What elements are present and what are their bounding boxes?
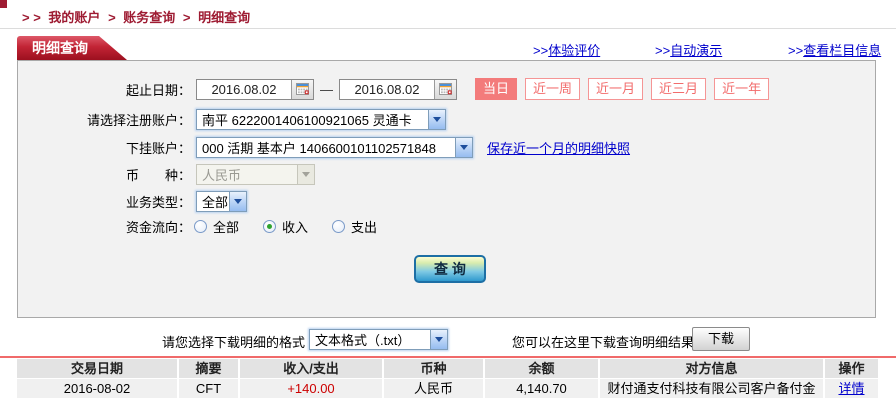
- link-label: 自动演示: [670, 43, 723, 58]
- header-balance: 余额: [485, 359, 600, 378]
- header-action: 操作: [825, 359, 878, 378]
- link-auto-demo[interactable]: >>自动演示: [655, 40, 722, 59]
- chevron-down-icon: [297, 164, 314, 184]
- business-type-label: 业务类型：: [125, 194, 191, 210]
- query-form-panel: 起止日期： 2016.08.02 — 2016.08.02 当日 近一周 近一月…: [17, 60, 876, 318]
- start-date-value[interactable]: 2016.08.02: [197, 82, 291, 97]
- link-label: 体验评价: [548, 43, 601, 58]
- business-type-value: 全部: [202, 194, 229, 210]
- link-view-column-info[interactable]: >>查看栏目信息: [788, 40, 881, 59]
- currency-value: 人民币: [202, 167, 242, 183]
- quick-range-month-button[interactable]: 近一月: [588, 78, 644, 100]
- fund-flow-option-expense[interactable]: 支出: [332, 217, 377, 236]
- radio-label: 收入: [282, 219, 309, 235]
- date-range-row: 起止日期： 2016.08.02 — 2016.08.02 当日 近一周 近一月…: [18, 77, 875, 101]
- breadcrumb-prefix: > >: [22, 10, 41, 25]
- radio-icon[interactable]: [194, 219, 207, 233]
- snapshot-link[interactable]: 保存近一个月的明细快照: [487, 138, 630, 157]
- radio-icon[interactable]: [332, 219, 346, 233]
- download-button[interactable]: 下载: [692, 327, 750, 351]
- detail-link[interactable]: 详情: [838, 381, 864, 396]
- breadcrumb-separator: >: [108, 10, 116, 25]
- quick-range-3months-button[interactable]: 近三月: [651, 78, 707, 100]
- header-amount: 收入/支出: [240, 359, 384, 378]
- corner-marker: [0, 0, 7, 8]
- cell-balance: 4,140.70: [485, 379, 600, 398]
- link-arrows: >>: [533, 43, 549, 58]
- register-account-label: 请选择注册账户：: [86, 112, 191, 128]
- header-date: 交易日期: [17, 359, 179, 378]
- link-arrows: >>: [788, 43, 804, 58]
- cell-date: 2016-08-02: [17, 379, 179, 398]
- header-divider: [0, 28, 896, 29]
- radio-label: 支出: [351, 219, 378, 235]
- sub-account-value: 000 活期 基本户 1406600101102571848: [202, 140, 436, 156]
- calendar-icon[interactable]: [291, 79, 313, 99]
- cell-counterparty: 财付通支付科技有限公司客户备付金: [600, 379, 825, 398]
- tab-detail-query[interactable]: 明细查询: [17, 36, 127, 60]
- register-account-select[interactable]: 南平 6222001406100921065 灵通卡: [196, 108, 446, 130]
- breadcrumb-item-detail-query[interactable]: 明细查询: [198, 10, 250, 25]
- date-range-label: 起止日期：: [125, 82, 191, 98]
- download-format-select[interactable]: 文本格式（.txt）: [309, 329, 448, 350]
- cell-currency: 人民币: [384, 379, 485, 398]
- quick-range-week-button[interactable]: 近一周: [525, 78, 581, 100]
- chevron-down-icon[interactable]: [455, 137, 472, 157]
- table-header-row: 交易日期 摘要 收入/支出 币种 余额 对方信息 操作: [17, 359, 878, 378]
- radio-checked-icon[interactable]: [263, 219, 277, 233]
- link-label: 查看栏目信息: [803, 43, 882, 58]
- currency-select: 人民币: [196, 163, 315, 185]
- header-counterparty: 对方信息: [600, 359, 825, 378]
- query-button[interactable]: 查 询: [414, 255, 486, 283]
- header-summary: 摘要: [179, 359, 240, 378]
- table-top-divider: [0, 356, 896, 358]
- breadcrumb-item-account-query[interactable]: 账务查询: [123, 10, 175, 25]
- business-type-select[interactable]: 全部: [196, 190, 247, 212]
- download-format-value: 文本格式（.txt）: [315, 333, 411, 348]
- start-date-input[interactable]: 2016.08.02: [196, 78, 314, 100]
- date-separator: —: [320, 81, 333, 97]
- link-arrows: >>: [655, 43, 671, 58]
- breadcrumb: > > 我的账户 > 账务查询 > 明细查询: [22, 7, 254, 26]
- breadcrumb-item-my-account[interactable]: 我的账户: [48, 10, 100, 25]
- chevron-down-icon[interactable]: [428, 109, 445, 129]
- breadcrumb-separator: >: [182, 10, 191, 25]
- currency-row: 币 种： 人民币: [18, 162, 875, 186]
- currency-label: 币 种：: [125, 167, 191, 183]
- cell-summary: CFT: [179, 379, 240, 398]
- fund-flow-option-all[interactable]: 全部: [194, 217, 239, 236]
- business-type-row: 业务类型： 全部: [18, 189, 875, 213]
- download-format-label: 请您选择下载明细的格式: [161, 335, 305, 350]
- chevron-down-icon[interactable]: [430, 330, 447, 349]
- fund-flow-label: 资金流向：: [125, 219, 191, 235]
- fund-flow-row: 资金流向： 全部 收入 支出: [18, 214, 875, 238]
- radio-label: 全部: [213, 219, 240, 235]
- download-hint: 您可以在这里下载查询明细结果: [512, 335, 695, 350]
- sub-account-label: 下挂账户：: [125, 140, 191, 156]
- sub-account-select[interactable]: 000 活期 基本户 1406600101102571848: [196, 136, 473, 158]
- results-table: 交易日期 摘要 收入/支出 币种 余额 对方信息 操作 2016-08-02 C…: [17, 359, 878, 398]
- calendar-icon[interactable]: [434, 79, 456, 99]
- register-account-row: 请选择注册账户： 南平 6222001406100921065 灵通卡: [18, 107, 875, 131]
- cell-amount: +140.00: [240, 379, 384, 398]
- table-row: 2016-08-02 CFT +140.00 人民币 4,140.70 财付通支…: [17, 379, 878, 398]
- register-account-value: 南平 6222001406100921065 灵通卡: [202, 112, 412, 128]
- header-currency: 币种: [384, 359, 485, 378]
- link-experience-rating[interactable]: >>体验评价: [533, 40, 600, 59]
- quick-range-year-button[interactable]: 近一年: [714, 78, 770, 100]
- fund-flow-option-income[interactable]: 收入: [263, 217, 308, 236]
- end-date-value[interactable]: 2016.08.02: [340, 82, 434, 97]
- cell-action: 详情: [825, 379, 878, 398]
- chevron-down-icon[interactable]: [229, 191, 246, 211]
- end-date-input[interactable]: 2016.08.02: [339, 78, 457, 100]
- sub-account-row: 下挂账户： 000 活期 基本户 1406600101102571848 保存近…: [18, 135, 875, 159]
- quick-range-today-button[interactable]: 当日: [475, 78, 518, 100]
